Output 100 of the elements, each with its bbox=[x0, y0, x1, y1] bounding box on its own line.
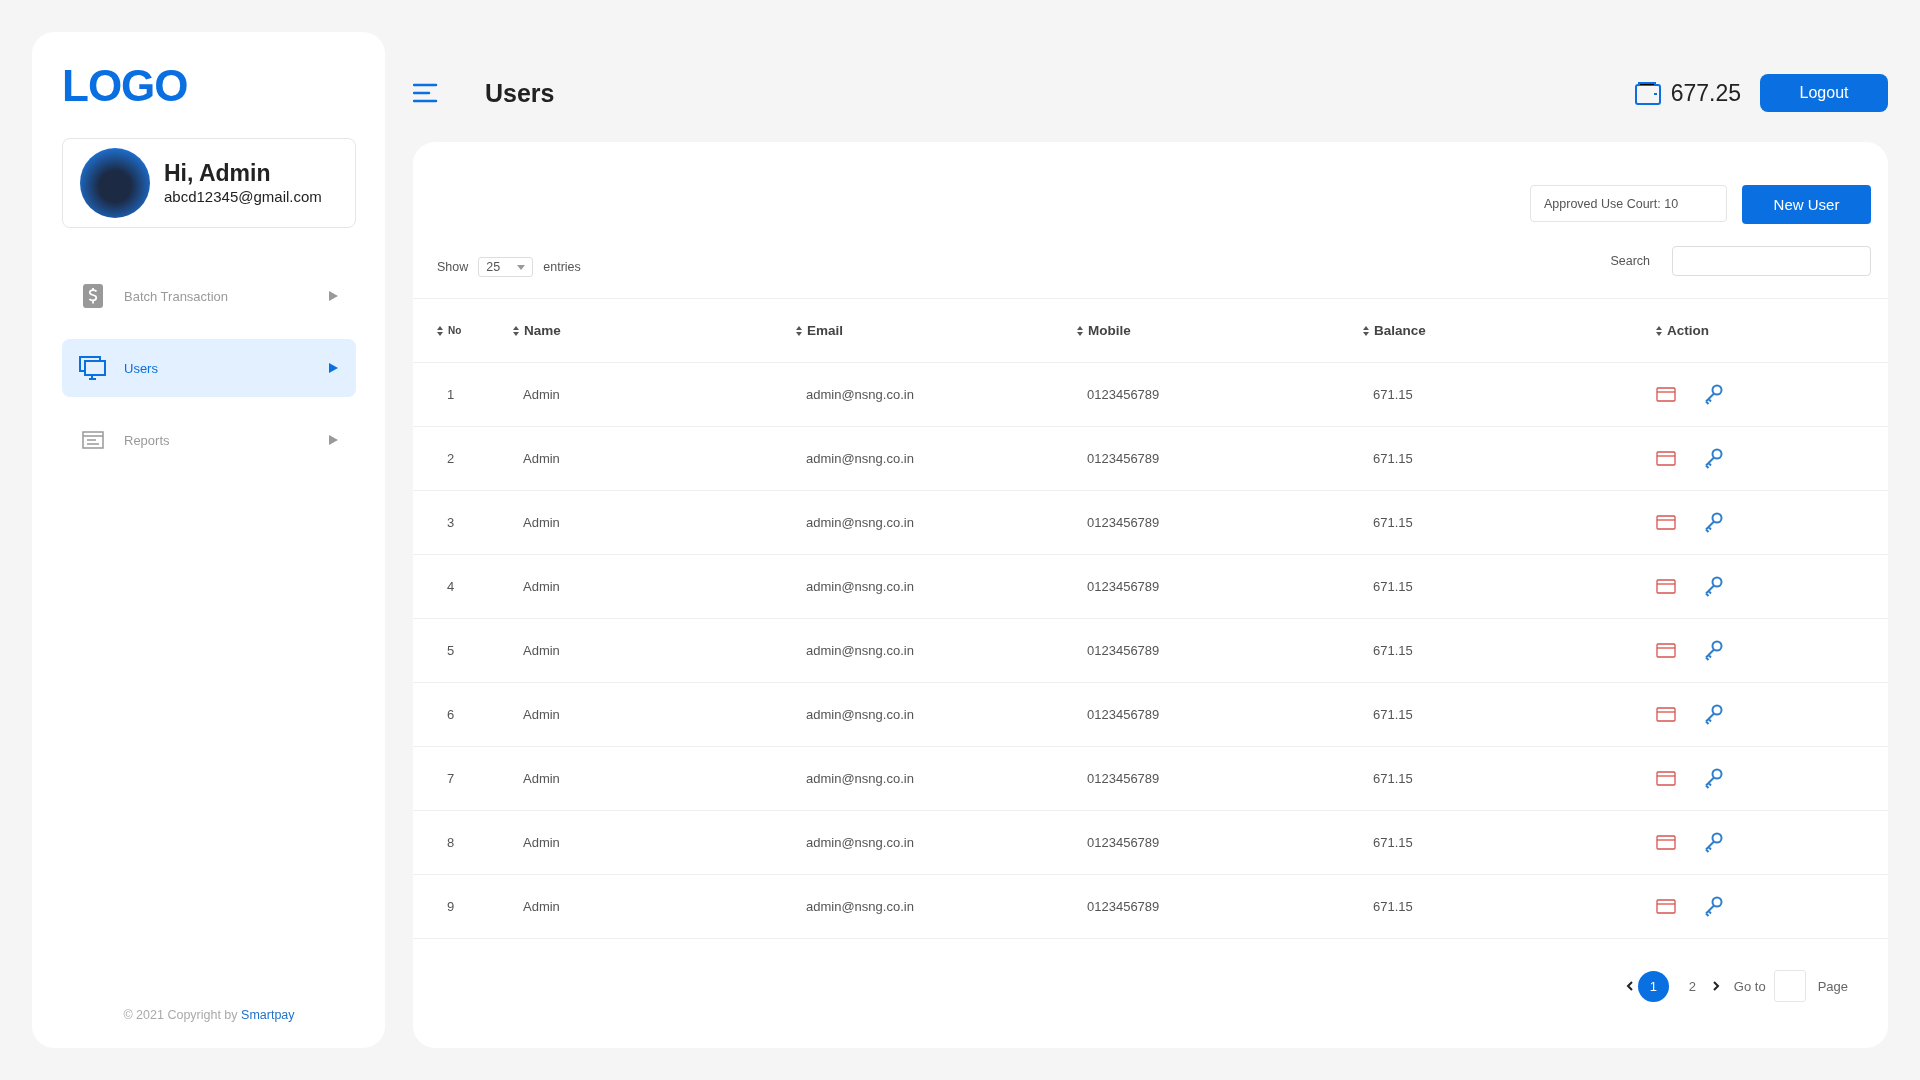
dollar-icon bbox=[82, 284, 103, 308]
table-cell: 1 bbox=[447, 387, 455, 402]
table-cell: Admin bbox=[523, 707, 560, 722]
table-cell: 671.15 bbox=[1373, 451, 1413, 466]
table-cell: 671.15 bbox=[1373, 835, 1413, 850]
key-icon[interactable] bbox=[1704, 768, 1723, 789]
column-header: Balance bbox=[1374, 323, 1426, 338]
card-icon[interactable] bbox=[1656, 707, 1676, 722]
table-cell: 0123456789 bbox=[1087, 451, 1160, 466]
page-size-select[interactable]: 25 bbox=[478, 257, 534, 277]
new-user-button[interactable]: New User bbox=[1742, 185, 1871, 224]
sort-icon[interactable] bbox=[437, 325, 443, 336]
table-cell: Admin bbox=[523, 643, 560, 658]
table-cell: Admin bbox=[523, 771, 560, 786]
logout-button[interactable]: Logout bbox=[1760, 74, 1888, 112]
table-cell: Admin bbox=[523, 835, 560, 850]
table-cell: 0123456789 bbox=[1087, 515, 1160, 530]
column-header: Name bbox=[524, 323, 561, 338]
table-cell: admin@nsng.co.in bbox=[806, 835, 914, 850]
table-cell: 2 bbox=[447, 451, 455, 466]
table-cell: 0123456789 bbox=[1087, 707, 1160, 722]
table-cell: 0123456789 bbox=[1087, 643, 1160, 658]
report-icon bbox=[81, 431, 104, 449]
column-header: No bbox=[448, 325, 462, 336]
table-cell: Admin bbox=[523, 451, 560, 466]
table-cell: 4 bbox=[447, 579, 455, 594]
card-icon[interactable] bbox=[1656, 451, 1676, 466]
table-cell: 671.15 bbox=[1373, 899, 1413, 914]
table-cell: 671.15 bbox=[1373, 643, 1413, 658]
key-icon[interactable] bbox=[1704, 896, 1723, 917]
nav-item[interactable]: Batch Transaction bbox=[62, 267, 356, 325]
key-icon[interactable] bbox=[1704, 448, 1723, 469]
monitor-icon bbox=[79, 356, 106, 380]
sort-icon[interactable] bbox=[1077, 325, 1083, 336]
nav-item[interactable]: Reports bbox=[62, 411, 356, 469]
key-icon[interactable] bbox=[1704, 832, 1723, 853]
sort-icon[interactable] bbox=[796, 325, 802, 336]
table-cell: 8 bbox=[447, 835, 455, 850]
key-icon[interactable] bbox=[1704, 512, 1723, 533]
table-cell: Admin bbox=[523, 515, 560, 530]
next-page-icon[interactable] bbox=[1711, 981, 1720, 991]
previous-page-icon[interactable] bbox=[1625, 981, 1634, 991]
card-icon[interactable] bbox=[1656, 899, 1676, 914]
sort-icon[interactable] bbox=[513, 325, 519, 336]
table-cell: 7 bbox=[447, 771, 455, 786]
table-cell: 5 bbox=[447, 643, 455, 658]
table-cell: admin@nsng.co.in bbox=[806, 387, 914, 402]
show-label: Show bbox=[437, 260, 469, 274]
key-icon[interactable] bbox=[1704, 576, 1723, 597]
table-cell: 671.15 bbox=[1373, 579, 1413, 594]
greeting: Hi, Admin bbox=[164, 159, 272, 187]
sort-icon[interactable] bbox=[1656, 325, 1662, 336]
table-cell: 3 bbox=[447, 515, 455, 530]
table-cell: admin@nsng.co.in bbox=[806, 899, 914, 914]
user-email: abcd12345@gmail.com bbox=[164, 187, 322, 207]
wallet-icon bbox=[1634, 81, 1661, 105]
dropdown-caret-icon bbox=[517, 264, 526, 270]
search-label: Search bbox=[1610, 254, 1650, 268]
table-cell: 0123456789 bbox=[1087, 899, 1160, 914]
page-label: Page bbox=[1817, 978, 1848, 994]
logo: LOGO bbox=[62, 60, 188, 112]
caret-icon bbox=[329, 363, 338, 373]
table-cell: admin@nsng.co.in bbox=[806, 643, 914, 658]
key-icon[interactable] bbox=[1704, 704, 1723, 725]
key-icon[interactable] bbox=[1704, 384, 1723, 405]
copyright-link[interactable]: Smartpay bbox=[241, 1008, 295, 1022]
search-field[interactable] bbox=[1672, 246, 1871, 276]
table-cell: admin@nsng.co.in bbox=[806, 579, 914, 594]
table-cell: admin@nsng.co.in bbox=[806, 515, 914, 530]
card-icon[interactable] bbox=[1656, 579, 1676, 594]
key-icon[interactable] bbox=[1704, 640, 1723, 661]
page-input[interactable] bbox=[1773, 970, 1806, 1002]
approved-count-field: Approved Use Court: 10 bbox=[1530, 185, 1727, 222]
table-cell: 671.15 bbox=[1373, 771, 1413, 786]
table-cell: 0123456789 bbox=[1087, 835, 1160, 850]
caret-icon bbox=[329, 435, 338, 445]
column-header: Action bbox=[1667, 323, 1709, 338]
sort-icon[interactable] bbox=[1363, 325, 1369, 336]
table-cell: Admin bbox=[523, 579, 560, 594]
card-icon[interactable] bbox=[1656, 771, 1676, 786]
page-number[interactable]: 2 bbox=[1676, 970, 1708, 1002]
copyright-text: © 2021 Copyright by bbox=[123, 1008, 238, 1022]
table-cell: 0123456789 bbox=[1087, 579, 1160, 594]
column-header: Email bbox=[807, 323, 844, 338]
table-cell: 9 bbox=[447, 899, 455, 914]
card-icon[interactable] bbox=[1656, 643, 1676, 658]
table-cell: 0123456789 bbox=[1087, 771, 1160, 786]
card-icon[interactable] bbox=[1656, 835, 1676, 850]
table-cell: 671.15 bbox=[1373, 515, 1413, 530]
column-header: Mobile bbox=[1088, 323, 1131, 338]
nav-item[interactable]: Users bbox=[62, 339, 356, 397]
table-cell: 671.15 bbox=[1373, 707, 1413, 722]
table-cell: Admin bbox=[523, 387, 560, 402]
page-title: Users bbox=[485, 78, 555, 108]
page-number[interactable]: 1 bbox=[1637, 970, 1669, 1002]
table-cell: Admin bbox=[523, 899, 560, 914]
card-icon[interactable] bbox=[1656, 387, 1676, 402]
card-icon[interactable] bbox=[1656, 515, 1676, 530]
table-cell: 0123456789 bbox=[1087, 387, 1160, 402]
table-cell: admin@nsng.co.in bbox=[806, 707, 914, 722]
